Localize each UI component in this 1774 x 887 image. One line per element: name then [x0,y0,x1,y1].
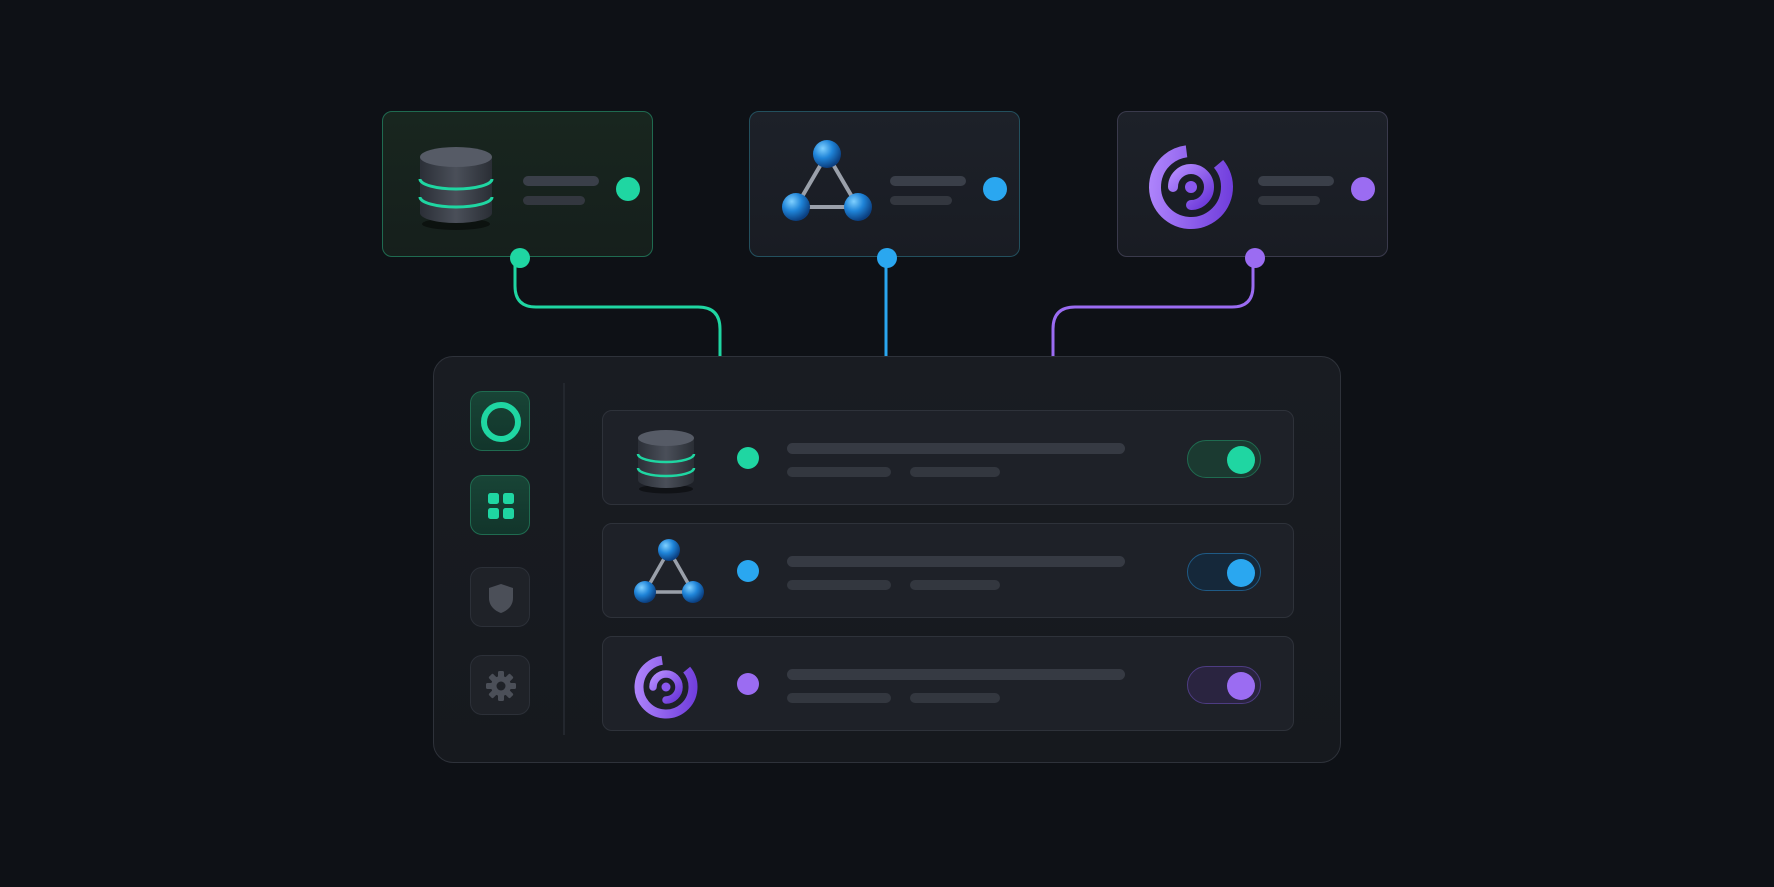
gear-icon [486,671,516,701]
source-card-spiral[interactable] [1117,111,1388,268]
sidebar-item-settings[interactable] [470,655,530,715]
sidebar-divider [563,383,565,735]
source-subtitle-placeholder [1258,196,1320,205]
row-meta-placeholder [787,580,891,590]
integration-row-spiral[interactable] [602,636,1294,731]
enable-toggle[interactable] [1187,553,1261,591]
spiral-icon [1146,137,1236,233]
status-dot [1351,177,1375,201]
sidebar-item-security[interactable] [470,567,530,627]
row-title-placeholder [787,556,1125,567]
network-triangle-icon [778,137,872,233]
status-dot [737,447,759,469]
integration-row-database[interactable] [602,410,1294,505]
shield-icon [489,584,513,613]
ring-icon [481,402,521,442]
source-subtitle-placeholder [523,196,585,205]
enable-toggle[interactable] [1187,440,1261,478]
integration-panel [433,356,1341,763]
row-meta-placeholder [910,693,1000,703]
sidebar-item-home[interactable] [470,391,530,451]
network-triangle-icon [631,536,704,608]
source-card-network[interactable] [749,111,1020,268]
source-title-placeholder [1258,176,1334,186]
source-card-database[interactable] [382,111,653,268]
sidebar-item-apps[interactable] [470,475,530,535]
output-port[interactable] [1245,248,1265,268]
status-dot [616,177,640,201]
output-port[interactable] [510,248,530,268]
row-title-placeholder [787,443,1125,454]
row-meta-placeholder [787,693,891,703]
status-dot [983,177,1007,201]
database-icon [631,423,701,495]
integration-row-network[interactable] [602,523,1294,618]
status-dot [737,560,759,582]
row-meta-placeholder [910,580,1000,590]
source-title-placeholder [890,176,966,186]
toggle-knob [1227,672,1255,700]
toggle-knob [1227,446,1255,474]
spiral-icon [631,649,701,721]
row-meta-placeholder [787,467,891,477]
database-icon [411,137,501,233]
row-meta-placeholder [910,467,1000,477]
status-dot [737,673,759,695]
output-port[interactable] [877,248,897,268]
toggle-knob [1227,559,1255,587]
row-title-placeholder [787,669,1125,680]
enable-toggle[interactable] [1187,666,1261,704]
source-subtitle-placeholder [890,196,952,205]
source-title-placeholder [523,176,599,186]
grid-icon [488,493,514,519]
